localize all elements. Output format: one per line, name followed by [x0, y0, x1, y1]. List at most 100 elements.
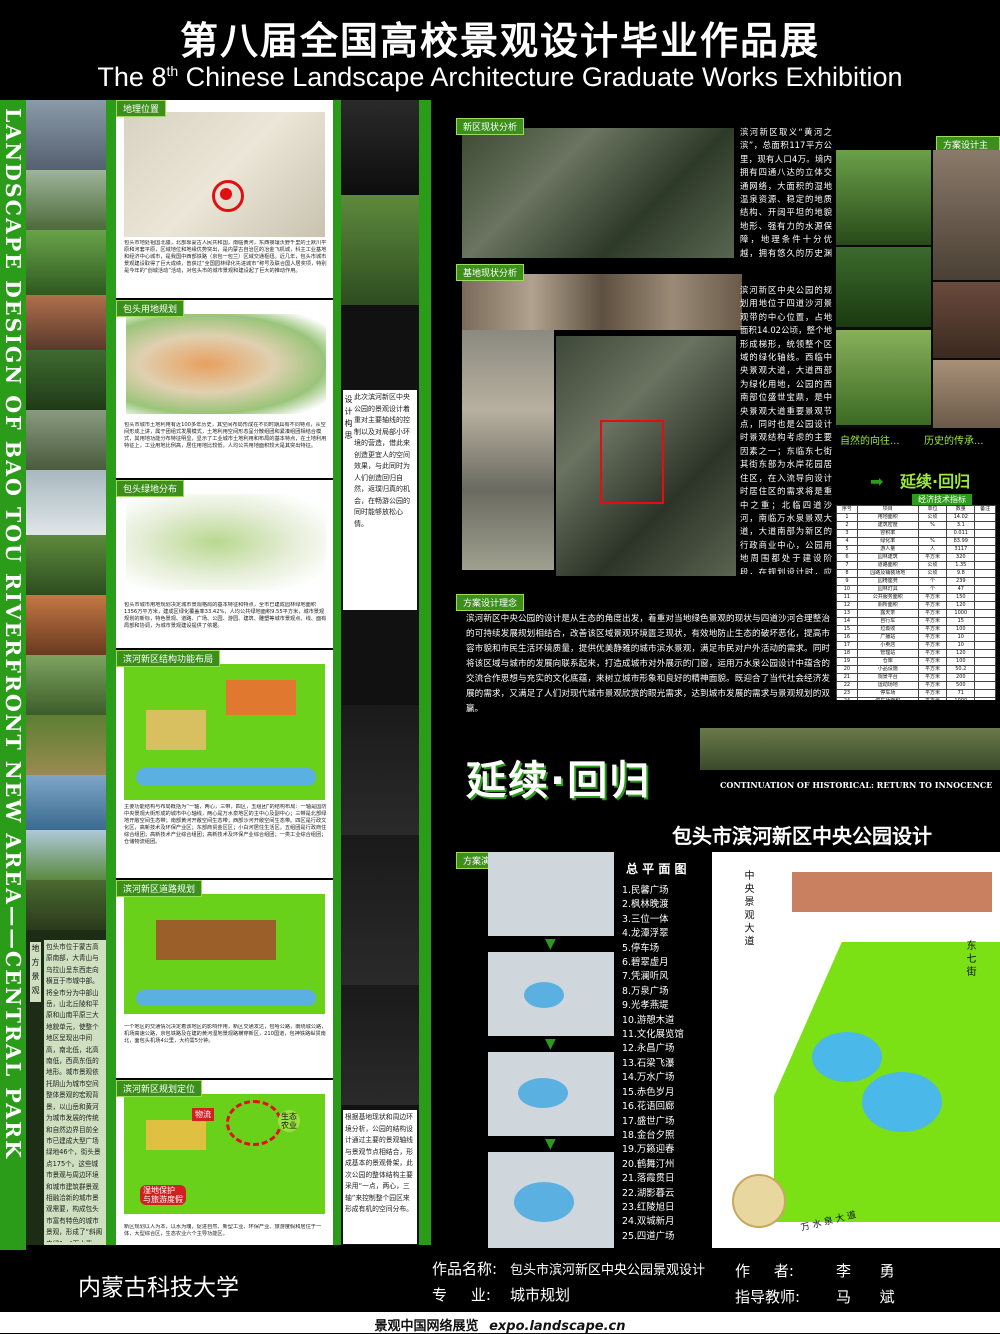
eco-table-row: 23 停车场 平方米 71: [836, 689, 996, 698]
eco-table-cell: 仓库: [856, 657, 919, 666]
eco-table-cell: [917, 529, 948, 538]
eco-table-cell: 公顷: [917, 513, 948, 522]
eco-table-cell: [974, 633, 996, 642]
callout-logistics: 物流: [192, 1108, 214, 1121]
eco-table-cell: %: [917, 537, 948, 546]
center-green-border-left: [106, 100, 116, 1245]
eco-table-cell: 14.02: [946, 513, 976, 522]
eco-table-cell: 15: [836, 625, 858, 634]
eco-table-cell: 120: [946, 649, 976, 658]
tag-design-concept: 方案设计理念: [456, 594, 525, 611]
eco-table-cell: 人: [917, 545, 948, 554]
eco-table-row: 4 绿化率% 83.99: [836, 537, 996, 546]
eco-table-cell: 备注: [974, 505, 996, 514]
eco-table-cell: 运动场地: [856, 681, 919, 690]
eco-table-row: 7 道路面积 公顷 1.35: [836, 561, 996, 570]
eco-table-cell: 垃圾收: [856, 625, 919, 634]
bottom-cn-text: 景观中国网络展览: [374, 1319, 479, 1334]
eco-table-cell: 13: [836, 609, 858, 618]
plan-legend-item: 2.枫林晚渡: [622, 899, 669, 911]
eco-table-cell: 容积率: [856, 529, 919, 538]
eco-table-title: 经济技术指标: [912, 494, 972, 505]
eco-table-row: 15 垃圾收 平方米 100: [836, 625, 996, 634]
eco-table-cell: 8: [836, 569, 858, 578]
plan-legend-item: 16.花语回廊: [622, 1101, 675, 1113]
eco-table-cell: 平方米: [917, 673, 948, 682]
eco-table-cell: 项目: [856, 505, 919, 514]
evolution-arrow-3: ▼: [545, 1136, 556, 1152]
location-text: 包头市地处祖国北疆，北部靠蒙古人民共和国，南临黄河，东西接壤沃野千里的土默川平原…: [124, 240, 327, 274]
university-name: 内蒙古科技大学: [78, 1275, 239, 1301]
eco-table-cell: [974, 649, 996, 658]
eco-table-cell: %: [917, 521, 948, 530]
eco-table-cell: 100: [946, 657, 976, 666]
theme-caption-history: 历史的传承...: [924, 436, 984, 447]
base-photos-left: [462, 330, 554, 570]
eco-table-row: 18 管理站 平方米 120: [836, 649, 996, 658]
side-vertical-title: LANDSCAPE DESIGN OF BAO TOU RIVERFRONT N…: [1, 108, 25, 1160]
plan-legend-item: 24.双城新月: [622, 1216, 675, 1228]
eco-table-cell: 23: [836, 689, 858, 698]
eco-table-cell: [974, 689, 996, 698]
plan-lake-2: [862, 1072, 942, 1132]
plan-legend-item: 6.碧翠虚月: [622, 957, 669, 969]
eco-table-cell: 47: [946, 585, 976, 594]
theme-arrow-text: 延续·回归: [900, 472, 971, 491]
plan-legend: 1.民馨广场 2.枫林晚渡 3.三位一体 4.龙潭浮翠 5.停车场 6.碧翠虚月 7.凭澜听…: [622, 884, 712, 1244]
eco-table-cell: 7: [836, 561, 858, 570]
eco-table-cell: 83.99: [946, 537, 976, 546]
eco-table-cell: [974, 513, 996, 522]
eco-table-cell: [974, 585, 996, 594]
eco-table-cell: 平方米: [917, 625, 948, 634]
eco-table-row: 21 观景平台 平方米 200: [836, 673, 996, 682]
plan-legend-item: 5.停车场: [622, 942, 660, 954]
callout-wetland: 湿地保护 与旅游度假: [140, 1185, 186, 1205]
eco-table-cell: 3117: [946, 545, 976, 554]
eco-table-cell: 17: [836, 641, 858, 650]
eco-table-cell: 15: [946, 617, 976, 626]
base-photo-strip: [462, 274, 742, 330]
plan-legend-item: 18.金台夕照: [622, 1129, 675, 1141]
location-map-dot: [220, 188, 232, 200]
eco-table-row: 6 园林建筑 平方米 320: [836, 553, 996, 562]
tag-position: 滨河新区规划定位: [116, 1080, 203, 1097]
eco-table-cell: 绿化率: [856, 537, 919, 546]
eco-table-row: 9 园椅座凳个 239: [836, 577, 996, 586]
sketch-green-border: [419, 100, 431, 1245]
eco-table-cell: 500: [946, 681, 976, 690]
plan-legend-item: 14.万水广场: [622, 1072, 675, 1084]
evolution-arrow-1: ▼: [545, 936, 556, 952]
plan-legend-item: 15.赤色岁月: [622, 1086, 675, 1098]
eco-table-cell: 9: [836, 577, 858, 586]
plan-legend-item: 22.湖影暮云: [622, 1187, 675, 1199]
eco-table-cell: 园椅座凳: [856, 577, 919, 586]
position-text: 新区规划以人为本，以水为魂，促进自然、新型工业、环保产业、旅游度假和居住于一体，…: [124, 1224, 322, 1237]
eco-table-row: 17 小卖店 平方米 10: [836, 641, 996, 650]
eco-table-row: 16 广播站 平方米 10: [836, 633, 996, 642]
eco-table-cell: 观景平台: [856, 673, 919, 682]
eco-table-cell: 9.8: [946, 569, 976, 578]
sketch-structure-text: 根据基地现状和周边环境分析，公园的结构设计通过主要的景观轴线与景观节点相结合，形…: [345, 1113, 413, 1213]
eco-table-cell: 71: [946, 689, 976, 698]
road-label-central: 中 央 景 观 大 道: [742, 870, 753, 946]
project-title: 包头市滨河新区中央公园设计: [672, 824, 932, 848]
exhibition-title-en: The 8th Chinese Landscape Architecture G…: [97, 62, 903, 92]
author-label: 作 者:: [735, 1262, 794, 1280]
eco-table-cell: 个: [917, 577, 948, 586]
bottom-url[interactable]: expo.landscape.cn: [489, 1319, 625, 1334]
tag-site-analysis: 新区现状分析: [456, 118, 525, 135]
eco-table-cell: 建筑密度: [856, 521, 919, 530]
eco-table-row: 11 公共服务面积 平方米 150: [836, 593, 996, 602]
eco-table-wrap: 序号 项目 单位 数量 备注 1 用地面积 公顷 14.02 2 建筑密度% 3.1 3 容积率 0.011…: [836, 505, 996, 706]
eco-table-row: 10 园林灯具个 47: [836, 585, 996, 594]
eco-table-cell: 单位: [917, 505, 948, 514]
plan-lake-1: [812, 1032, 882, 1082]
advisor-name: 马 斌: [836, 1288, 895, 1306]
bottom-site-label: 景观中国网络展览 expo.landscape.cn: [0, 1315, 1000, 1334]
road-text: 一个地区的交通情况决定着该地区的影响作用，新区交通发达，包哈公路，南绕城公路，机…: [124, 1024, 327, 1044]
eco-table-cell: [974, 681, 996, 690]
left-local-landscape-label: 地方景观: [30, 942, 41, 1002]
eco-table-cell: 3.1: [946, 521, 976, 530]
continuation-en: CONTINUATION OF HISTORICAL: RETURN TO IN…: [720, 780, 993, 790]
eco-table-cell: 19: [836, 657, 858, 666]
